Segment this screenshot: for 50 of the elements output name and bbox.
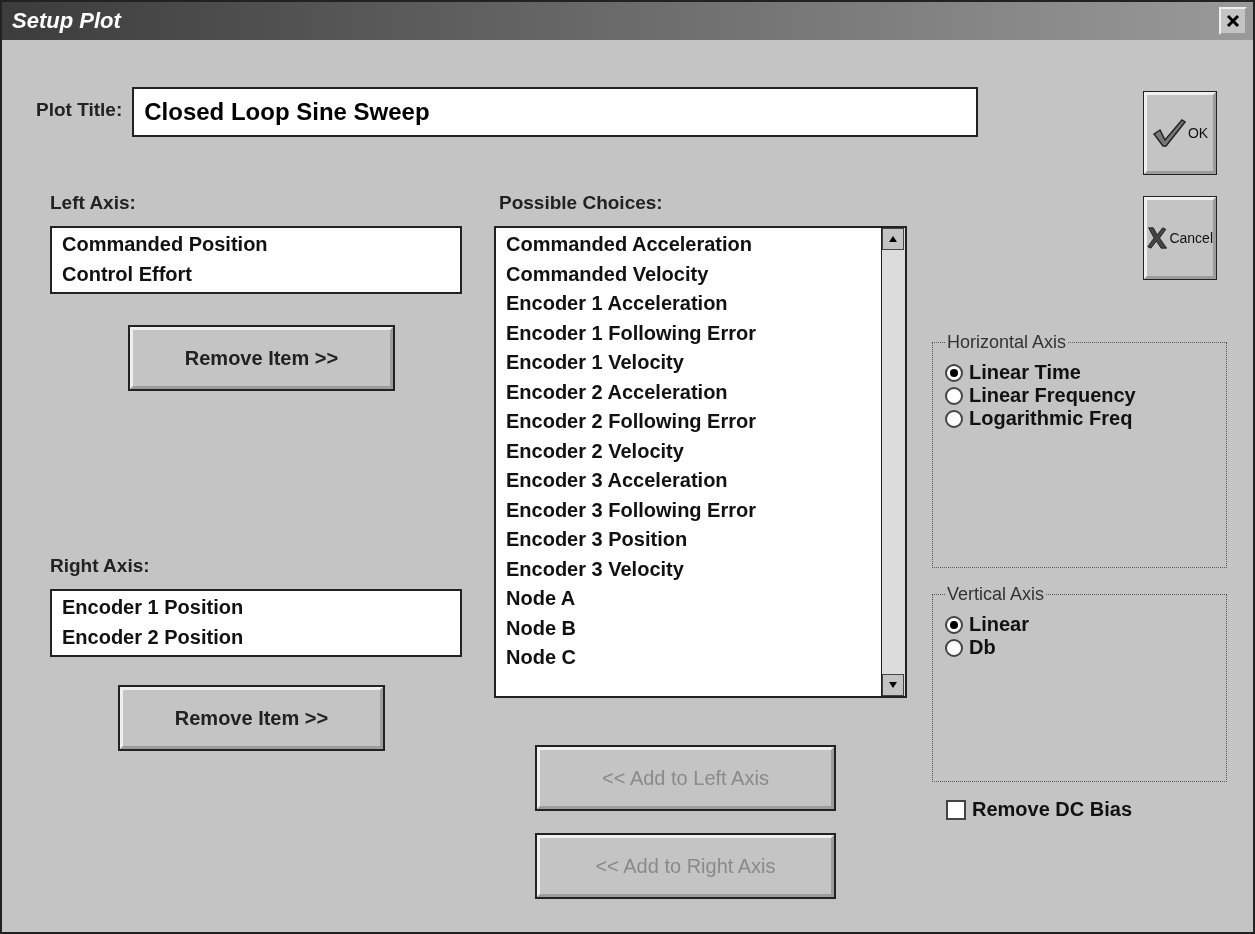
list-item[interactable]: Encoder 3 Following Error [506,495,871,525]
checkbox-label[interactable]: Remove DC Bias [972,798,1133,821]
list-item[interactable]: Encoder 2 Position [62,622,450,652]
checkmark-icon [1151,118,1186,148]
list-item[interactable]: Node C [506,643,871,673]
list-item[interactable]: Node A [506,584,871,614]
list-item[interactable]: Encoder 2 Following Error [506,407,871,437]
list-item[interactable]: Encoder 1 Velocity [506,348,871,378]
list-item[interactable]: Encoder 2 Acceleration [506,377,871,407]
list-item[interactable]: Encoder 1 Following Error [506,318,871,348]
plot-title-field[interactable]: Closed Loop Sine Sweep [132,87,979,137]
scrollbar[interactable] [881,228,905,696]
group-title: Horizontal Axis [946,332,1068,353]
list-item[interactable]: Encoder 1 Position [62,593,450,623]
plot-title-label: Plot Title: [36,99,123,121]
radio-label[interactable]: Linear Frequency [969,384,1136,407]
close-icon [1226,14,1240,28]
axis-list[interactable]: Commanded Position Control Effort [50,226,462,294]
list-item[interactable]: Encoder 2 Velocity [506,436,871,466]
radio-label[interactable]: Db [969,636,996,659]
list-item[interactable]: Encoder 3 Position [506,525,871,555]
remove-item-button[interactable]: Remove Item >> [120,687,383,749]
choices-list[interactable] [494,226,907,698]
checkbox[interactable] [946,799,966,820]
radio-label[interactable]: Logarithmic Freq [969,407,1133,430]
ok-button[interactable]: OK [1144,92,1216,174]
list-item[interactable]: Commanded Position [62,230,450,260]
list-item[interactable]: Commanded Acceleration [506,230,871,260]
radio-button[interactable] [945,615,963,634]
list-item[interactable]: Commanded Velocity [506,259,871,289]
list-item[interactable]: Control Effort [62,259,450,289]
list-item[interactable]: Encoder 3 Velocity [506,554,871,584]
axis-list[interactable]: Encoder 1 Position Encoder 2 Position [50,589,462,657]
radio-label[interactable]: Linear [969,613,1030,636]
list-item[interactable]: Encoder 3 Acceleration [506,466,871,496]
list-item[interactable]: Node B [506,613,871,643]
radio-label[interactable]: Linear Time [969,361,1081,384]
list-item[interactable]: Encoder 1 Acceleration [506,289,871,319]
group-title: Vertical Axis [946,584,1046,605]
radio-button[interactable] [945,409,963,428]
choices-label: Possible Choices: [498,192,664,214]
axis-label: Left Axis: [50,192,137,214]
cancel-button[interactable]: Cancel [1144,197,1216,279]
window-title: Setup Plot [12,8,121,34]
close-button[interactable] [1219,7,1247,35]
radio-button[interactable] [945,363,963,382]
radio-button[interactable] [945,638,963,657]
remove-item-button[interactable]: Remove Item >> [130,327,393,389]
radio-button[interactable] [945,386,963,405]
axis-label: Right Axis: [50,555,151,577]
